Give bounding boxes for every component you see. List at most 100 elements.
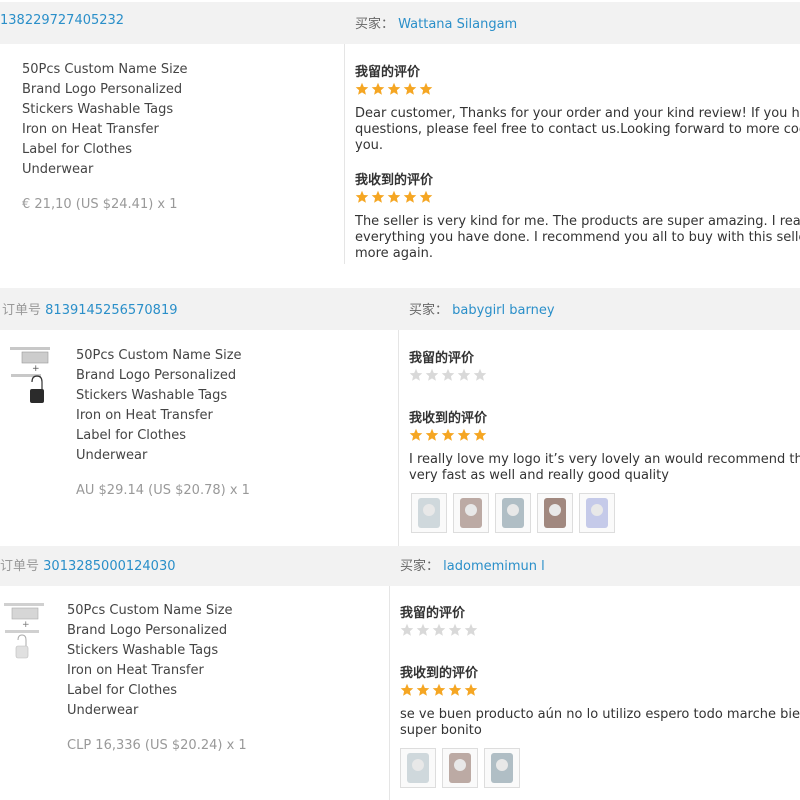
buyer-info: 买家： ladomemimun l [400, 555, 545, 574]
my-review-title: 我留的评价 [409, 351, 475, 366]
star-icon [403, 82, 417, 95]
product-thumbnail[interactable]: + [2, 602, 54, 662]
review-photo-thumbnail[interactable] [400, 748, 436, 788]
my-review-stars [409, 368, 489, 384]
review-text-line: The seller is very kind for me. The prod… [355, 214, 800, 229]
product-name[interactable]: 50Pcs Custom Name Size Brand Logo Person… [67, 601, 257, 721]
my-review-stars [400, 623, 480, 639]
star-icon [416, 623, 430, 636]
buyer-label: 买家： [355, 17, 395, 32]
review-text-line: questions, please feel free to contact u… [355, 122, 800, 137]
product-name-line: Stickers Washable Tags [67, 643, 219, 658]
photo-label-icon [465, 504, 477, 516]
received-review-stars [355, 190, 435, 206]
column-divider [398, 330, 399, 546]
star-icon [409, 368, 423, 381]
buyer-name-link[interactable]: babygirl barney [452, 303, 554, 318]
buyer-label: 买家： [400, 559, 440, 574]
star-icon [425, 368, 439, 381]
photo-label-icon [591, 504, 603, 516]
order-card-2: 订单号 8139145256570819 买家： babygirl barney… [0, 288, 800, 546]
received-review-text: I really love my logo it’s very lovely a… [409, 452, 800, 484]
product-price: AU $29.14 (US $20.78) x 1 [76, 483, 250, 498]
order-header: 订单号 8139145256570819 买家： babygirl barney [0, 288, 800, 330]
my-review-text: Dear customer, Thanks for your order and… [355, 106, 800, 154]
star-icon [473, 428, 487, 441]
product-name-line: 50Pcs Custom Name Size [76, 348, 242, 363]
photo-label-icon [496, 759, 508, 771]
product-name-line: Iron on Heat Transfer [67, 663, 204, 678]
column-divider [389, 586, 390, 800]
received-review-text: se ve buen producto aún no lo utilizo es… [400, 707, 800, 739]
photo-label-icon [507, 504, 519, 516]
star-icon [409, 428, 423, 441]
review-photo-thumbnail[interactable] [411, 493, 447, 533]
order-card-3: 订单号 3013285000124030 买家： ladomemimun l +… [0, 546, 800, 800]
received-review-text: The seller is very kind for me. The prod… [355, 214, 800, 262]
product-name-line: Brand Logo Personalized [22, 82, 183, 97]
star-icon [400, 683, 414, 696]
buyer-name-link[interactable]: Wattana Silangam [398, 17, 517, 32]
star-icon [371, 190, 385, 203]
order-card-1: 138229727405232 买家： Wattana Silangam 50P… [0, 0, 800, 290]
my-review-stars [355, 82, 435, 98]
product-name[interactable]: 50Pcs Custom Name Size Brand Logo Person… [22, 60, 212, 180]
review-photo-thumbnail[interactable] [579, 493, 615, 533]
product-price: € 21,10 (US $24.41) x 1 [22, 197, 178, 212]
order-number-link[interactable]: 138229727405232 [0, 13, 124, 28]
product-name-line: Label for Clothes [67, 683, 177, 698]
review-text-line: very fast as well and really good qualit… [409, 468, 669, 483]
buyer-label: 买家： [409, 303, 449, 318]
star-icon [457, 428, 471, 441]
photo-label-icon [423, 504, 435, 516]
order-number-link[interactable]: 8139145256570819 [45, 303, 177, 318]
star-icon [403, 190, 417, 203]
column-divider [344, 44, 345, 264]
photo-label-icon [454, 759, 466, 771]
review-photo-thumbnail[interactable] [442, 748, 478, 788]
product-name-line: Underwear [76, 448, 148, 463]
star-icon [416, 683, 430, 696]
review-photo-thumbnail[interactable] [453, 493, 489, 533]
product-name-line: Underwear [67, 703, 139, 718]
order-number: 订单号 8139145256570819 [2, 299, 178, 318]
received-review-stars [409, 428, 489, 444]
received-review-title: 我收到的评价 [355, 173, 434, 188]
buyer-name-link[interactable]: ladomemimun l [443, 559, 545, 574]
star-icon [464, 683, 478, 696]
received-review-stars [400, 683, 480, 699]
product-name-line: Label for Clothes [76, 428, 186, 443]
product-name[interactable]: 50Pcs Custom Name Size Brand Logo Person… [76, 346, 266, 466]
my-review-title: 我留的评价 [355, 65, 421, 80]
review-photo-thumbnail[interactable] [537, 493, 573, 533]
star-icon [425, 428, 439, 441]
review-text-line: I really love my logo it’s very lovely a… [409, 452, 800, 467]
order-number: 138229727405232 [0, 13, 124, 28]
svg-text:+: + [32, 364, 40, 374]
buyer-info: 买家： babygirl barney [409, 299, 555, 318]
star-icon [441, 428, 455, 441]
star-icon [371, 82, 385, 95]
product-name-line: Brand Logo Personalized [76, 368, 237, 383]
review-text-line: se ve buen producto aún no lo utilizo es… [400, 707, 800, 722]
review-photo-thumbnail[interactable] [495, 493, 531, 533]
product-price: CLP 16,336 (US $20.24) x 1 [67, 738, 247, 753]
star-icon [473, 368, 487, 381]
star-icon [464, 623, 478, 636]
product-name-line: Stickers Washable Tags [76, 388, 228, 403]
star-icon [355, 82, 369, 95]
review-photo-thumbnail[interactable] [484, 748, 520, 788]
review-photos [411, 493, 621, 533]
my-review-title: 我留的评价 [400, 606, 466, 621]
star-icon [419, 190, 433, 203]
review-text-line: Dear customer, Thanks for your order and… [355, 106, 800, 121]
star-icon [387, 190, 401, 203]
star-icon [448, 683, 462, 696]
review-text-line: everything you have done. I recommend yo… [355, 230, 800, 245]
star-icon [400, 623, 414, 636]
order-number-link[interactable]: 3013285000124030 [43, 559, 175, 574]
star-icon [432, 683, 446, 696]
received-review-title: 我收到的评价 [400, 666, 479, 681]
product-thumbnail[interactable]: + [8, 346, 60, 406]
product-name-line: Stickers Washable Tags [22, 102, 174, 117]
